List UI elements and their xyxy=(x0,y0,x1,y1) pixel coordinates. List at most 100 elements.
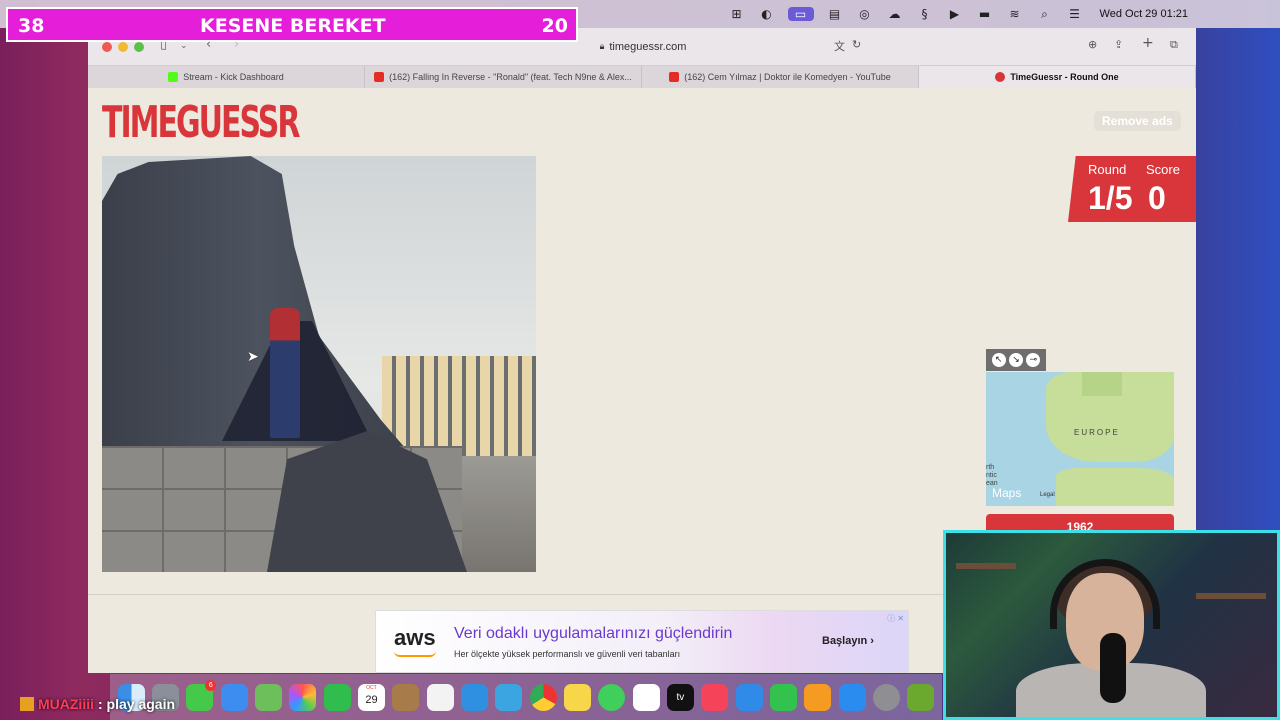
expand-map-icon[interactable]: ↖ xyxy=(991,353,1006,367)
round-value: 1/5 xyxy=(1088,180,1133,216)
grid-icon[interactable]: ⊞ xyxy=(728,7,746,21)
keynote-icon[interactable] xyxy=(735,683,763,711)
tab-label: (162) Cem Yılmaz | Doktor ile Komedyen -… xyxy=(684,72,891,82)
ad-choices-icon[interactable]: ⓘ ✕ xyxy=(887,613,904,624)
stream-score-banner: 38 KESENE BEREKET 20 xyxy=(6,7,578,42)
tab-label: TimeGuessr - Round One xyxy=(1010,72,1119,82)
banner-title: KESENE BEREKET xyxy=(200,15,386,37)
youtube-icon xyxy=(669,72,680,82)
map-label-europe: EUROPE xyxy=(1074,428,1120,437)
pin-map-icon[interactable]: ⊸ xyxy=(1026,353,1041,367)
apple-maps-logo: Maps xyxy=(992,486,1022,500)
menubar-clock[interactable]: Wed Oct 29 01:21 xyxy=(1100,8,1188,20)
messages-badge: 6 xyxy=(205,679,217,691)
mail-icon[interactable] xyxy=(220,683,248,711)
chevron-down-icon[interactable]: ⌄ xyxy=(180,41,188,51)
photos-icon[interactable] xyxy=(289,683,317,711)
tab-youtube-falling-in-reverse[interactable]: (162) Falling In Reverse - "Ronald" (fea… xyxy=(365,66,642,88)
play-icon[interactable]: ▶ xyxy=(946,7,964,21)
pages-icon[interactable] xyxy=(804,683,832,711)
minimize-window-button[interactable] xyxy=(118,42,128,52)
display-icon[interactable]: ▤ xyxy=(826,7,844,21)
timeguessr-logo[interactable]: TIMEGUESSR xyxy=(102,98,300,149)
games-icon[interactable] xyxy=(907,683,935,711)
macos-dock: 6 29 tv xyxy=(110,674,942,720)
timeguessr-icon xyxy=(995,72,1006,82)
chat-badge-icon xyxy=(20,697,34,711)
round-photo[interactable]: ➤ xyxy=(102,156,536,572)
banner-right-score: 20 xyxy=(541,15,568,37)
system-settings-icon[interactable] xyxy=(872,683,900,711)
ad-cta-button[interactable]: Başlayın › xyxy=(822,635,874,647)
mouse-cursor-icon: ➤ xyxy=(247,349,259,365)
screen-share-icon[interactable]: ▭ xyxy=(787,7,814,21)
tab-timeguessr[interactable]: TimeGuessr - Round One xyxy=(919,66,1196,88)
control-center-icon[interactable]: ☰ xyxy=(1066,7,1084,21)
reminders-icon[interactable] xyxy=(426,683,454,711)
apple-tv-icon[interactable]: tv xyxy=(666,683,694,711)
photo-person xyxy=(270,308,300,438)
new-tab-icon[interactable]: + xyxy=(1142,35,1154,51)
lock-icon: 🔒︎ xyxy=(599,42,605,52)
battery-icon[interactable]: ▬ xyxy=(976,7,994,21)
chat-message: MUAZiiii : play again xyxy=(20,696,175,712)
tab-kick-dashboard[interactable]: Stream - Kick Dashboard xyxy=(88,66,365,88)
chrome-icon[interactable] xyxy=(529,683,557,711)
round-label: Round xyxy=(1088,162,1127,177)
round-score-panel: Round 1/5 Score 0 xyxy=(1068,156,1196,222)
downloads-icon[interactable]: ⊕ xyxy=(1088,38,1097,51)
close-window-button[interactable] xyxy=(102,42,112,52)
facetime-icon[interactable] xyxy=(323,683,351,711)
reload-icon[interactable]: ↻ xyxy=(852,38,861,51)
telegram-icon[interactable] xyxy=(495,683,523,711)
freeform-icon[interactable] xyxy=(632,683,660,711)
numbers-icon[interactable] xyxy=(769,683,797,711)
aws-ad-banner[interactable]: aws Veri odaklı uygulamalarınızı güçlend… xyxy=(375,610,909,673)
map-land-africa xyxy=(1056,468,1174,506)
messages-icon[interactable]: 6 xyxy=(186,679,217,711)
youtube-icon xyxy=(374,72,385,82)
map-land-scandinavia xyxy=(1082,372,1122,396)
webcam-overlay xyxy=(943,530,1280,720)
chat-username: MUAZiiii xyxy=(38,696,94,712)
music-icon[interactable] xyxy=(701,683,729,711)
maps-legal-link[interactable]: Legal xyxy=(1040,492,1055,498)
whatsapp-icon[interactable] xyxy=(598,683,626,711)
wifi-icon[interactable]: ≋ xyxy=(1006,7,1024,21)
tab-youtube-cem-yilmaz[interactable]: (162) Cem Yılmaz | Doktor ile Komedyen -… xyxy=(642,66,919,88)
score-label: Score xyxy=(1146,162,1180,177)
notes-icon[interactable] xyxy=(563,683,591,711)
kick-icon xyxy=(168,72,179,82)
headphones xyxy=(1050,559,1160,629)
spotlight-search-icon[interactable]: ⌕ xyxy=(1036,7,1054,22)
remove-ads-button[interactable]: Remove ads xyxy=(1094,111,1181,131)
notes-box-icon[interactable] xyxy=(392,683,420,711)
photo-building xyxy=(382,356,536,456)
score-value: 0 xyxy=(1148,180,1166,216)
tab-overview-icon[interactable]: ⧉ xyxy=(1170,38,1178,52)
tab-label: (162) Falling In Reverse - "Ronald" (fea… xyxy=(389,72,632,82)
aws-smile-icon xyxy=(394,651,436,657)
tab-label: Stream - Kick Dashboard xyxy=(183,72,284,82)
calendar-icon[interactable]: 29 xyxy=(357,683,385,711)
shrink-map-icon[interactable]: ↘ xyxy=(1008,353,1023,367)
eye-icon[interactable]: ◎ xyxy=(856,7,874,21)
share-icon[interactable]: ⇪ xyxy=(1114,38,1123,51)
banner-left-score: 38 xyxy=(18,15,45,37)
address-bar-url: timeguessr.com xyxy=(609,41,687,53)
translate-icon[interactable]: 文 xyxy=(834,38,845,54)
zoom-window-button[interactable] xyxy=(134,42,144,52)
ad-title: Veri odaklı uygulamalarınızı güçlendirin xyxy=(454,625,733,642)
maps-icon[interactable] xyxy=(254,683,282,711)
guess-map[interactable]: EUROPE rth ntic ean Maps Legal xyxy=(986,372,1174,506)
microphone xyxy=(1100,633,1126,703)
aws-logo: aws xyxy=(394,625,436,650)
safari-icon[interactable] xyxy=(460,683,488,711)
chat-text: : play again xyxy=(98,696,176,712)
tool-icon[interactable]: § xyxy=(916,7,934,21)
theme-icon[interactable]: ◐ xyxy=(758,7,776,21)
webcam-shelf xyxy=(1196,593,1266,599)
cloud-icon[interactable]: ☁ xyxy=(886,7,904,21)
ad-subtitle: Her ölçekte yüksek performanslı ve güven… xyxy=(454,649,681,659)
app-store-icon[interactable] xyxy=(838,683,866,711)
